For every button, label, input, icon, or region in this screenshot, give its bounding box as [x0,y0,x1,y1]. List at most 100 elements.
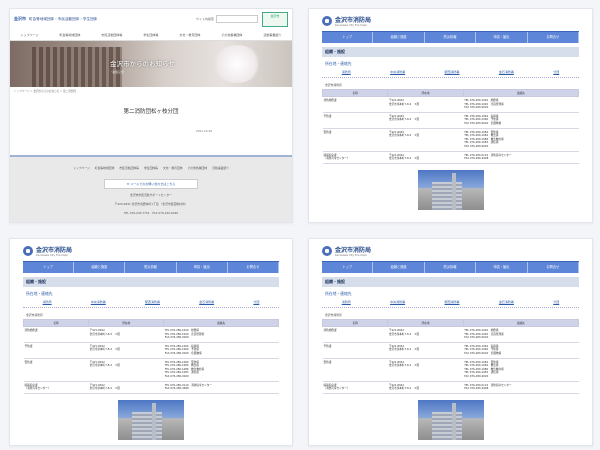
office-name: 消防総務課 [323,329,337,332]
site-title: 町会等地域団体・市民活動団体・学生団体 [29,16,98,21]
search-input[interactable] [216,15,258,23]
nav-item[interactable]: お問合せ [228,262,280,273]
station-link[interactable]: 消防局 [342,300,351,304]
station-link[interactable]: 消防局 [342,70,351,74]
contact-line: FAX 076-280-0020 [464,106,489,110]
table-caption: 金沢市消防局 [325,83,342,87]
footer-nav-item[interactable]: 町会等地域団体 [95,166,115,170]
contact-table: 名称 所在地 連絡先 消防総務課 〒921-8042 金沢市泉本町7-8-2 ３階… [22,319,279,394]
office-name-sub: （消防司令センター） [24,387,51,391]
nav-item[interactable]: 組織と施設 [373,262,425,273]
footer-nav-item[interactable]: 学生団体等 [144,166,158,170]
station-link[interactable]: 駅西消防署 [444,300,459,304]
nav-item[interactable]: その他各種団体 [221,33,242,37]
city-logo[interactable]: 金沢市 [14,16,26,22]
contact-line: FAX 076-280-0020 危険物係 [464,351,502,355]
footer-nav-item[interactable]: 文化・教育団体 [163,166,183,170]
footer-nav-item[interactable]: 活動事業紹介 [212,166,229,170]
search-label: サイト内検索 [195,17,214,21]
address-line: 金沢市泉本町7-8-2 ３階 [89,364,120,368]
office-name: 警防課 [24,360,33,364]
nav-item[interactable]: トップ [23,262,75,273]
footer-org: 金沢市市民活動サポートセンター [130,193,172,197]
station-link[interactable]: 分団 [253,300,259,304]
contact-line: FAX 076-280-0020 [464,336,489,340]
station-link[interactable]: 中央消防署 [390,300,405,304]
office-name: 予防課 [24,344,33,348]
contact-line: FAX 076-280-4998 [464,157,489,161]
nav-item[interactable]: 町会等地域団体 [59,33,80,37]
city-badge[interactable]: 金沢市 [262,11,288,27]
address-line: 金沢市泉本町7-8-2 ３階 [388,348,420,352]
logo-text: 金沢市消防局 [335,247,372,254]
address-line: 金沢市泉本町7-8-2 ３階 [388,118,420,122]
office-name: 予防課 [323,344,332,348]
nav-item[interactable]: 防災情報 [425,262,477,273]
table-row: 予防課 〒921-8042 金沢市泉本町7-8-2 ３階 TEL 076-280-… [23,342,279,359]
breadcrumb[interactable]: トップページ > 金沢市からのお知らせ > 第二消防団 [10,87,292,95]
nav-item[interactable]: トップ [322,262,374,273]
station-link[interactable]: 分団 [553,300,559,304]
footer-tel: TEL 076-220-7751 FAX 076-220-6246 [123,211,179,215]
nav-item[interactable]: 活動事業紹介 [263,33,281,37]
nav-item[interactable]: 組織と施設 [74,262,126,273]
nav-item[interactable]: トップ [322,32,374,43]
table-row: 情報指令課 （消防司令センター） 〒921-8042 金沢市泉本町7-8-2 ４階 … [322,381,579,394]
table-row: 情報指令課 （消防司令センター） 〒921-8042 金沢市泉本町7-8-2 ４階 … [23,381,279,394]
station-link[interactable]: 金石消防署 [499,300,514,304]
address-line: 金沢市泉本町7-8-2 ３階 [388,134,420,138]
subsection-heading: 所在地・連絡先 [325,291,352,296]
footer-nav-item[interactable]: 市民活動団体等 [119,166,139,170]
station-link[interactable]: 駅西消防署 [145,300,160,304]
nav-item[interactable]: 文化・教育団体 [179,33,200,37]
fire-dept-logo[interactable]: 金沢市消防局 Kanazawa City Fire Dept. [322,244,579,258]
column-header: 所在地 [387,319,464,327]
address-line: 金沢市泉本町7-8-2 ３階 [89,348,120,352]
cherry-blossom-image [212,45,262,83]
column-header: 所在地 [88,319,165,327]
nav-item[interactable]: 申請・届出 [476,262,528,273]
contact-email-button[interactable]: ✉ メールでのお問い合わせはこちら [104,179,198,189]
nav-item[interactable]: 学生団体等 [143,33,158,37]
table-row: 消防総務課 〒921-8042 金沢市泉本町7-8-2 ３階 TEL 076-28… [23,326,279,343]
fire-dept-logo[interactable]: 金沢市消防局 Kanazawa City Fire Dept. [23,244,279,258]
nav-item[interactable]: 市民活動団体等 [101,33,122,37]
office-name: 警防課 [323,130,332,134]
table-row: 警防課 〒921-8042 金沢市泉本町7-8-2 ３階 TEL 076-280-… [322,128,579,152]
station-link[interactable]: 金石消防署 [499,70,514,74]
nav-item[interactable]: 申請・届出 [476,32,528,43]
nav-item[interactable]: 申請・届出 [177,262,228,273]
station-link[interactable]: 消防局 [43,300,52,304]
station-tabs: 消防局 中央消防署 駅西消防署 金石消防署 分団 [322,70,579,78]
table-header-row: 名称 所在地 連絡先 [321,89,580,97]
hero-subtitle: （お知らせ） [110,71,126,74]
nav-item[interactable]: 組織と施設 [373,32,425,43]
address-line: 金沢市泉本町7-8-2 ４階 [388,387,420,391]
station-link[interactable]: 金石消防署 [199,300,214,304]
fire-dept-logo[interactable]: 金沢市消防局 Kanazawa City Fire Dept. [322,14,579,28]
site-footer: トップページ 町会等地域団体 市民活動団体等 学生団体等 文化・教育団体 その他… [10,155,292,222]
contact-line: FAX 076-280-4998 [464,387,489,391]
station-link[interactable]: 中央消防署 [390,70,405,74]
station-tabs: 消防局 中央消防署 駅西消防署 金石消防署 分団 [322,300,579,308]
subsection-heading: 所在地・連絡先 [325,61,352,66]
office-name-sub: （消防司令センター） [323,157,350,161]
footer-address: 〒920-0841 金沢市浅野本町1丁目 （金沢市民芸術村内） [114,202,188,206]
table-row: 情報指令課 （消防司令センター） 〒921-8042 金沢市泉本町7-8-2 ４階 … [322,151,579,164]
logo-text: 金沢市消防局 [36,247,73,254]
table-row: 消防総務課 〒921-8042 金沢市泉本町7-8-2 ３階 TEL 076-28… [322,96,579,113]
footer-nav-item[interactable]: その他各種団体 [188,166,208,170]
nav-item[interactable]: お問合せ [528,32,580,43]
address-line: 金沢市泉本町7-8-2 ３階 [388,102,420,106]
nav-item[interactable]: 防災情報 [125,262,177,273]
table-row: 警防課 〒921-8042 金沢市泉本町7-8-2 ３階 TEL 076-280-… [322,358,579,382]
nav-item[interactable]: お問合せ [528,262,580,273]
station-link[interactable]: 分団 [553,70,559,74]
nav-item[interactable]: 防災情報 [425,32,477,43]
footer-nav-item[interactable]: トップページ [73,166,90,170]
station-link[interactable]: 駅西消防署 [444,70,459,74]
nav-item[interactable]: トップページ [20,33,38,37]
table-row: 予防課 〒921-8042 金沢市泉本町7-8-2 ３階 TEL 076-280-… [322,112,579,129]
contact-line: FAX 076-280-0020 [464,144,489,148]
station-link[interactable]: 中央消防署 [91,300,106,304]
